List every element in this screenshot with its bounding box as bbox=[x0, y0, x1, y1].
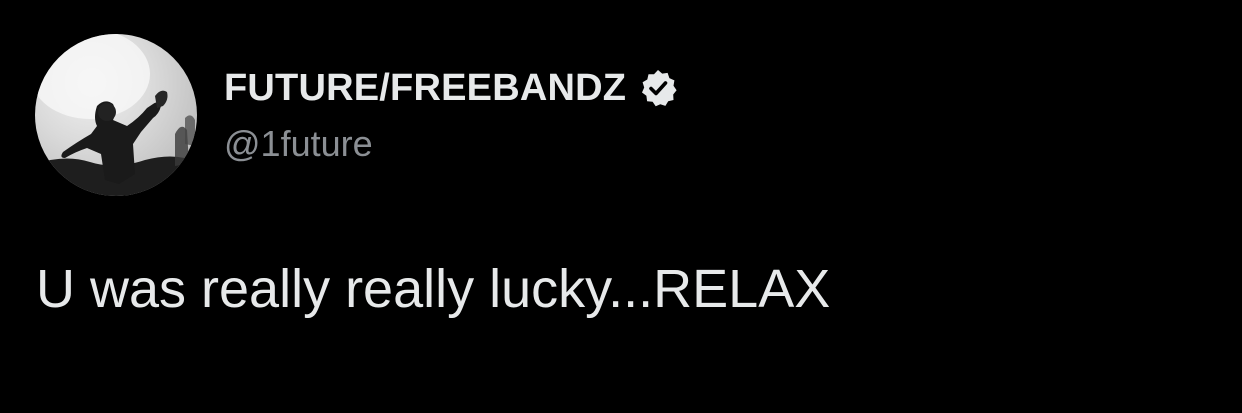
author-handle[interactable]: @1future bbox=[224, 122, 373, 166]
tweet-text: U was really really lucky...RELAX bbox=[36, 259, 831, 319]
author-name-row: FUTURE/FREEBANDZ bbox=[224, 64, 678, 112]
tweet-card: FUTURE/FREEBANDZ @1future U was really r… bbox=[0, 0, 1242, 413]
avatar-photo bbox=[35, 34, 197, 196]
author-display-name[interactable]: FUTURE/FREEBANDZ bbox=[224, 64, 626, 112]
verified-badge-icon bbox=[638, 68, 678, 108]
avatar[interactable] bbox=[35, 34, 197, 196]
